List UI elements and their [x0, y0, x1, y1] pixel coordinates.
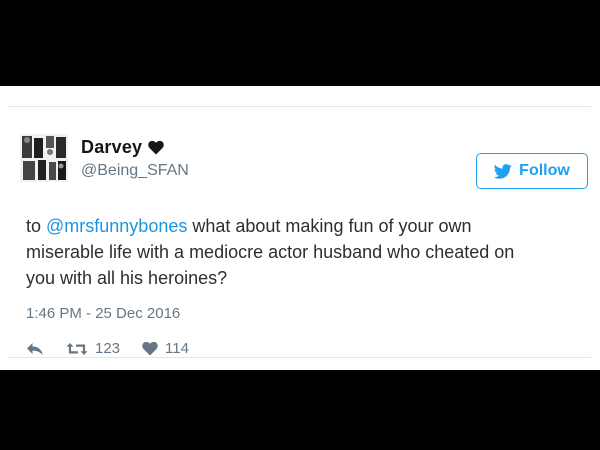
heart-icon [148, 140, 164, 155]
like-button[interactable]: 114 [142, 340, 189, 357]
top-black-bar [0, 0, 600, 86]
retweet-icon [66, 342, 88, 355]
like-count: 114 [165, 340, 189, 357]
display-name[interactable]: Darvey [81, 137, 142, 158]
timestamp[interactable]: 1:46 PM - 25 Dec 2016 [26, 305, 180, 322]
avatar-collage [20, 134, 68, 182]
follow-button[interactable]: Follow [476, 153, 588, 189]
tweet-prefix: to [26, 216, 47, 236]
user-handle[interactable]: @Being_SFAN [81, 162, 189, 180]
bird-icon [494, 163, 512, 179]
tweet-card: Darvey @Being_SFAN Follow to @mrsfunnybo… [7, 106, 591, 358]
name-row: Darvey [81, 137, 164, 158]
retweet-button[interactable]: 123 [66, 340, 120, 357]
tweet-text: to @mrsfunnybones what about making fun … [26, 213, 546, 291]
action-bar: 123 114 [26, 340, 211, 357]
mention-link[interactable]: @mrsfunnybones [46, 216, 187, 236]
reply-icon [27, 342, 43, 355]
heart-icon [142, 341, 158, 356]
tweet-area: Darvey @Being_SFAN Follow to @mrsfunnybo… [0, 86, 600, 370]
retweet-count: 123 [95, 340, 121, 357]
follow-label: Follow [519, 162, 570, 179]
reply-button[interactable] [26, 342, 44, 356]
avatar[interactable] [20, 134, 68, 182]
bottom-black-bar [0, 370, 600, 450]
